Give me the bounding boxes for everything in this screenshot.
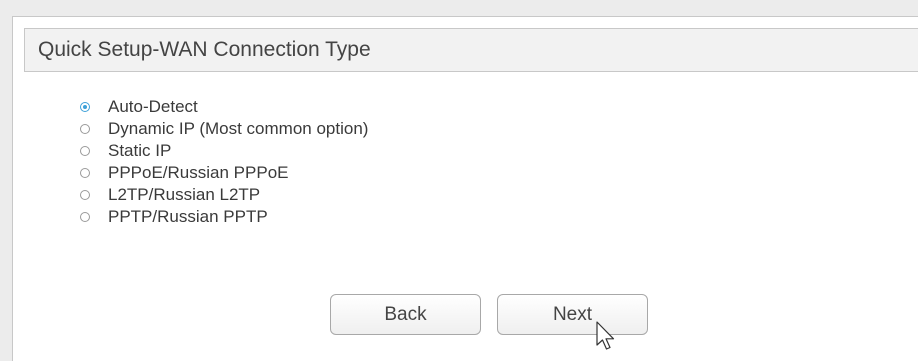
radio-pptp[interactable] [80, 212, 90, 222]
quick-setup-panel: Quick Setup-WAN Connection Type Auto-Det… [12, 16, 918, 361]
option-auto-detect[interactable]: Auto-Detect [13, 97, 613, 119]
radio-auto-detect[interactable] [80, 102, 90, 112]
option-pptp[interactable]: PPTP/Russian PPTP [13, 207, 613, 229]
option-label-auto-detect: Auto-Detect [108, 97, 198, 116]
option-label-pppoe: PPPoE/Russian PPPoE [108, 163, 289, 182]
radio-static-ip[interactable] [80, 146, 90, 156]
panel-header: Quick Setup-WAN Connection Type [24, 28, 918, 72]
option-label-pptp: PPTP/Russian PPTP [108, 207, 268, 226]
option-label-dynamic-ip: Dynamic IP (Most common option) [108, 119, 369, 138]
option-label-static-ip: Static IP [108, 141, 172, 160]
page-background: Quick Setup-WAN Connection Type Auto-Det… [0, 0, 918, 361]
page-title: Quick Setup-WAN Connection Type [38, 38, 371, 61]
back-button[interactable]: Back [330, 294, 481, 335]
next-button[interactable]: Next [497, 294, 648, 335]
option-l2tp[interactable]: L2TP/Russian L2TP [13, 185, 613, 207]
radio-l2tp[interactable] [80, 190, 90, 200]
radio-dynamic-ip[interactable] [80, 124, 90, 134]
option-static-ip[interactable]: Static IP [13, 141, 613, 163]
option-dynamic-ip[interactable]: Dynamic IP (Most common option) [13, 119, 613, 141]
option-pppoe[interactable]: PPPoE/Russian PPPoE [13, 163, 613, 185]
arrow-cursor-icon [596, 321, 615, 350]
radio-pppoe[interactable] [80, 168, 90, 178]
option-label-l2tp: L2TP/Russian L2TP [108, 185, 261, 204]
